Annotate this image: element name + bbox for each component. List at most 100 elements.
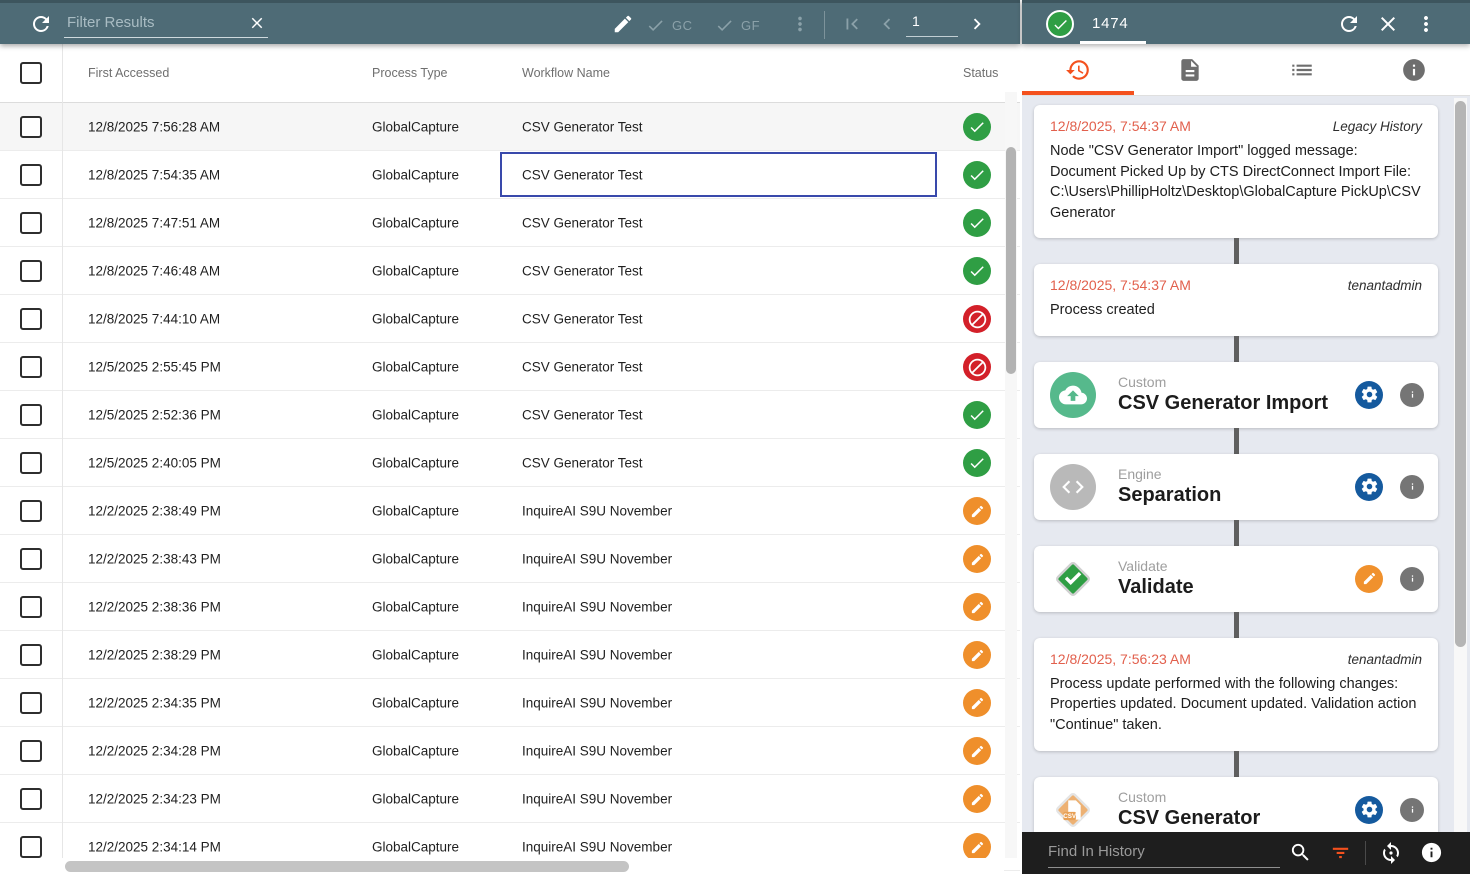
workflow-node-card[interactable]: Validate Validate [1034,546,1438,612]
workflow-name-cell[interactable]: CSV Generator Test [522,359,643,374]
process-type-cell[interactable]: GlobalCapture [372,359,459,374]
first-accessed-cell[interactable]: 12/5/2025 2:40:05 PM [88,455,221,470]
workflow-name-cell[interactable]: InquireAI S9U November [522,743,672,758]
gc-toggle-button[interactable]: GC [640,11,699,39]
first-accessed-cell[interactable]: 12/8/2025 7:46:48 AM [88,263,220,278]
process-type-cell[interactable]: GlobalCapture [372,215,459,230]
workflow-name-cell[interactable]: InquireAI S9U November [522,551,672,566]
row-checkbox[interactable] [20,308,42,330]
tab-document[interactable] [1134,44,1246,95]
row-checkbox[interactable] [20,356,42,378]
row-checkbox[interactable] [20,452,42,474]
table-row[interactable]: 12/2/2025 2:38:43 PM GlobalCapture Inqui… [0,535,1020,583]
workflow-name-cell[interactable]: InquireAI S9U November [522,791,672,806]
workflow-name-cell[interactable]: CSV Generator Test [522,311,643,326]
node-settings-gear-icon[interactable] [1355,473,1383,501]
first-accessed-cell[interactable]: 12/8/2025 7:54:35 AM [88,167,220,182]
column-header-process-type[interactable]: Process Type [372,66,448,80]
workflow-node-card[interactable]: Custom CSV Generator Import [1034,362,1438,428]
table-vertical-scrollbar[interactable] [1005,92,1017,858]
first-accessed-cell[interactable]: 12/2/2025 2:34:28 PM [88,743,221,758]
workflow-name-cell[interactable]: CSV Generator Test [522,167,643,182]
row-checkbox[interactable] [20,740,42,762]
workflow-node-card[interactable]: CSV Custom CSV Generator [1034,777,1438,832]
tab-info[interactable] [1358,44,1470,95]
first-accessed-cell[interactable]: 12/5/2025 2:52:36 PM [88,407,221,422]
process-type-cell[interactable]: GlobalCapture [372,119,459,134]
row-checkbox[interactable] [20,116,42,138]
table-row[interactable]: 12/8/2025 7:46:48 AM GlobalCapture CSV G… [0,247,1020,295]
column-header-first-accessed[interactable]: First Accessed [88,66,169,80]
process-type-cell[interactable]: GlobalCapture [372,455,459,470]
page-number-input[interactable] [906,9,958,33]
edit-button[interactable] [607,7,641,41]
process-type-cell[interactable]: GlobalCapture [372,839,459,854]
refresh-button[interactable] [24,7,58,41]
search-icon[interactable] [1287,840,1313,866]
first-accessed-cell[interactable]: 12/2/2025 2:38:29 PM [88,647,221,662]
row-checkbox[interactable] [20,692,42,714]
table-horizontal-scrollbar-thumb[interactable] [65,861,629,872]
first-accessed-cell[interactable]: 12/2/2025 2:38:49 PM [88,503,221,518]
workflow-name-cell[interactable]: InquireAI S9U November [522,599,672,614]
table-row[interactable]: 12/2/2025 2:34:28 PM GlobalCapture Inqui… [0,727,1020,775]
process-type-cell[interactable]: GlobalCapture [372,407,459,422]
process-type-cell[interactable]: GlobalCapture [372,263,459,278]
timeline-scrollbar-thumb[interactable] [1455,101,1466,647]
row-checkbox[interactable] [20,212,42,234]
table-row[interactable]: 12/5/2025 2:55:45 PM GlobalCapture CSV G… [0,343,1020,391]
row-checkbox[interactable] [20,836,42,858]
first-accessed-cell[interactable]: 12/8/2025 7:47:51 AM [88,215,220,230]
table-vertical-scrollbar-thumb[interactable] [1006,147,1016,374]
workflow-name-cell[interactable]: CSV Generator Test [522,215,643,230]
workflow-name-cell[interactable]: InquireAI S9U November [522,647,672,662]
row-checkbox[interactable] [20,644,42,666]
node-settings-gear-icon[interactable] [1355,381,1383,409]
find-in-history-input[interactable] [1048,837,1280,864]
first-accessed-cell[interactable]: 12/2/2025 2:38:43 PM [88,551,221,566]
row-checkbox[interactable] [20,596,42,618]
table-row[interactable]: 12/8/2025 7:47:51 AM GlobalCapture CSV G… [0,199,1020,247]
row-checkbox[interactable] [20,404,42,426]
more-options-icon[interactable] [784,7,818,41]
row-checkbox[interactable] [20,500,42,522]
detail-refresh-button[interactable] [1333,8,1365,40]
process-type-cell[interactable]: GlobalCapture [372,647,459,662]
next-page-button[interactable] [961,7,995,41]
row-checkbox[interactable] [20,260,42,282]
node-edit-pencil-icon[interactable] [1355,565,1383,593]
workflow-name-cell[interactable]: InquireAI S9U November [522,839,672,854]
findbar-info-icon[interactable] [1418,840,1444,866]
node-settings-gear-icon[interactable] [1355,796,1383,824]
first-accessed-cell[interactable]: 12/2/2025 2:34:35 PM [88,695,221,710]
workflow-name-cell[interactable]: InquireAI S9U November [522,695,672,710]
first-accessed-cell[interactable]: 12/5/2025 2:55:45 PM [88,359,221,374]
table-row[interactable]: 12/2/2025 2:38:49 PM GlobalCapture Inqui… [0,487,1020,535]
first-accessed-cell[interactable]: 12/8/2025 7:44:10 AM [88,311,220,326]
workflow-name-cell[interactable]: CSV Generator Test [522,455,643,470]
node-info-icon[interactable] [1400,798,1424,822]
process-type-cell[interactable]: GlobalCapture [372,695,459,710]
table-row[interactable]: 12/2/2025 2:38:36 PM GlobalCapture Inqui… [0,583,1020,631]
clear-filter-icon[interactable] [246,12,268,34]
timeline-scrollbar[interactable] [1454,98,1467,832]
table-row[interactable]: 12/5/2025 2:40:05 PM GlobalCapture CSV G… [0,439,1020,487]
first-accessed-cell[interactable]: 12/8/2025 7:56:28 AM [88,119,220,134]
row-checkbox[interactable] [20,788,42,810]
filter-input[interactable] [64,8,240,34]
detail-more-options-icon[interactable] [1410,8,1442,40]
process-type-cell[interactable]: GlobalCapture [372,167,459,182]
column-header-workflow-name[interactable]: Workflow Name [522,66,610,80]
first-accessed-cell[interactable]: 12/2/2025 2:34:23 PM [88,791,221,806]
tab-history[interactable] [1022,44,1134,95]
table-row[interactable]: 12/2/2025 2:34:23 PM GlobalCapture Inqui… [0,775,1020,823]
node-info-icon[interactable] [1400,567,1424,591]
process-type-cell[interactable]: GlobalCapture [372,743,459,758]
table-row[interactable]: 12/8/2025 7:54:35 AM GlobalCapture CSV G… [0,151,1020,199]
node-info-icon[interactable] [1400,475,1424,499]
first-accessed-cell[interactable]: 12/2/2025 2:34:14 PM [88,839,221,854]
table-row[interactable]: 12/2/2025 2:34:35 PM GlobalCapture Inqui… [0,679,1020,727]
detail-close-icon[interactable] [1372,8,1404,40]
workflow-name-cell[interactable]: CSV Generator Test [522,263,643,278]
workflow-name-cell[interactable]: CSV Generator Test [522,119,643,134]
